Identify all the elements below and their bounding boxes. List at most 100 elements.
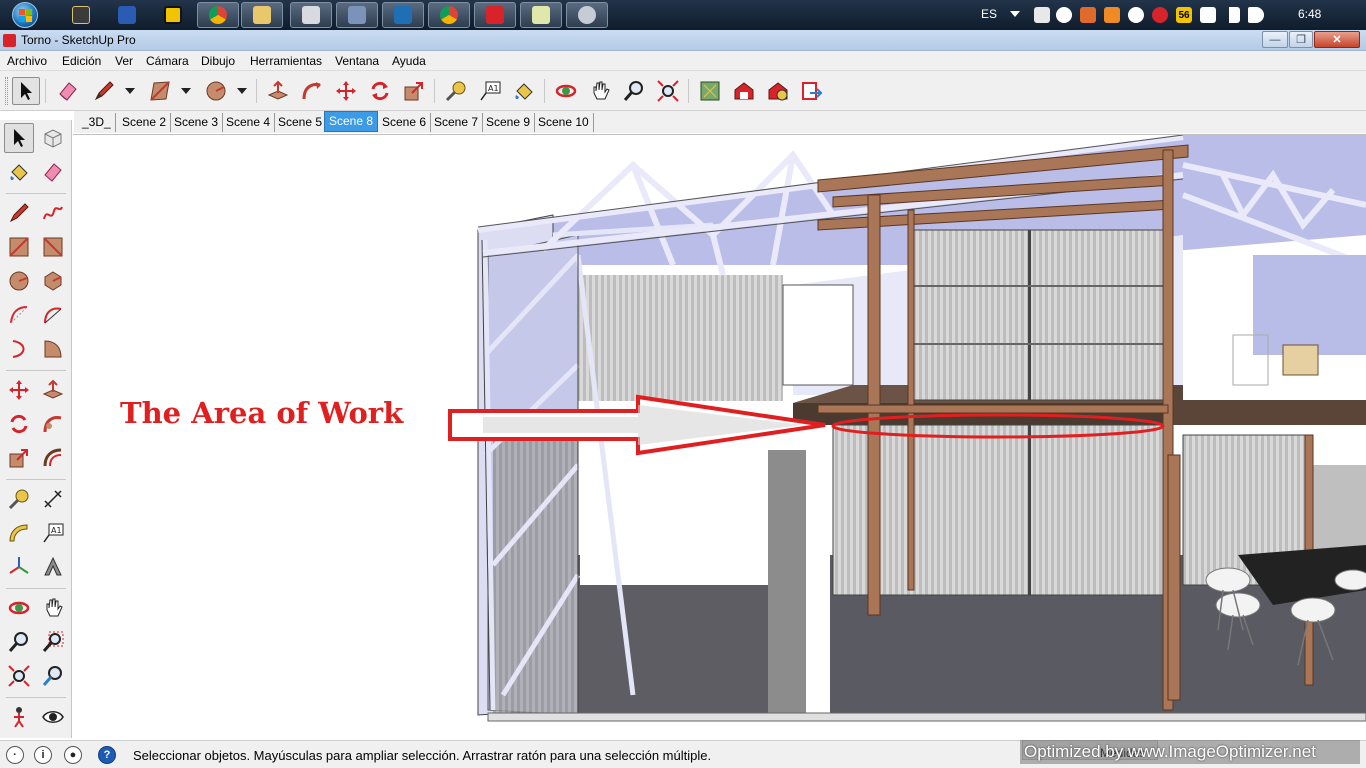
paint-bucket-button[interactable] <box>510 77 538 105</box>
user-icon[interactable]: ● <box>64 746 82 764</box>
model-info-button[interactable] <box>696 77 724 105</box>
select-tool[interactable] <box>4 123 34 153</box>
position-camera-tool[interactable] <box>4 702 34 732</box>
rotate-button[interactable] <box>366 77 394 105</box>
pan-tool[interactable] <box>38 593 68 623</box>
circle-tool[interactable] <box>4 266 34 296</box>
menu-archivo[interactable]: Archivo <box>7 54 47 68</box>
close-button[interactable]: ✕ <box>1314 31 1360 48</box>
rectangle-tool[interactable] <box>4 232 34 262</box>
line-tool[interactable] <box>4 198 34 228</box>
zoom-extents-tool[interactable] <box>4 661 34 691</box>
pie-tool[interactable] <box>38 334 68 364</box>
polygon-tool[interactable] <box>38 266 68 296</box>
scene-tab-10[interactable]: Scene 10 <box>534 113 594 132</box>
three-point-arc-tool[interactable] <box>4 334 34 364</box>
scene-tab-2[interactable]: Scene 2 <box>118 113 172 132</box>
toolbar-grip[interactable] <box>5 77 8 105</box>
follow-me-button[interactable] <box>298 77 326 105</box>
axes-tool[interactable] <box>4 552 34 582</box>
push-pull-tool[interactable] <box>38 375 68 405</box>
start-button[interactable] <box>4 0 46 30</box>
previous-view-tool[interactable] <box>38 661 68 691</box>
3d-text-tool[interactable] <box>38 552 68 582</box>
send-to-layout-button[interactable] <box>798 77 826 105</box>
taskbar-app-7[interactable] <box>336 2 378 28</box>
tape-measure-tool[interactable] <box>4 484 34 514</box>
dimension-tool[interactable] <box>38 484 68 514</box>
freehand-tool[interactable] <box>38 198 68 228</box>
circle-dropdown-icon[interactable] <box>237 88 247 94</box>
eraser-tool[interactable] <box>38 157 68 187</box>
follow-me-tool[interactable] <box>38 409 68 439</box>
move-tool[interactable] <box>4 375 34 405</box>
scale-button[interactable] <box>400 77 428 105</box>
sketchup-app-icon[interactable] <box>3 34 16 47</box>
device-icon[interactable] <box>1200 7 1216 23</box>
volume-icon[interactable] <box>1248 7 1264 23</box>
taskbar-app-8[interactable] <box>382 2 424 28</box>
flag-icon[interactable] <box>1034 7 1050 23</box>
menu-ver[interactable]: Ver <box>115 54 133 68</box>
tray-badge[interactable]: 56 <box>1176 7 1192 23</box>
menu-ventana[interactable]: Ventana <box>335 54 379 68</box>
3d-viewport[interactable]: The Area of Work <box>73 134 1366 740</box>
rotated-rectangle-tool[interactable] <box>38 232 68 262</box>
rectangle-button[interactable] <box>146 77 174 105</box>
scene-tab-4[interactable]: Scene 4 <box>222 113 276 132</box>
line-dropdown-icon[interactable] <box>125 88 135 94</box>
circle-button[interactable] <box>202 77 230 105</box>
help-icon[interactable]: ? <box>98 746 116 764</box>
warehouse-button[interactable] <box>730 77 758 105</box>
make-component-tool[interactable] <box>38 123 68 153</box>
arc-tool[interactable] <box>4 300 34 330</box>
taskbar-app-12[interactable] <box>566 2 608 28</box>
taskbar-explorer[interactable] <box>241 2 283 28</box>
two-point-arc-tool[interactable] <box>38 300 68 330</box>
taskbar-app-1[interactable] <box>68 2 94 28</box>
taskbar-app-2[interactable] <box>114 2 140 28</box>
rotate-tool[interactable] <box>4 409 34 439</box>
pan-button[interactable] <box>586 77 614 105</box>
tape-measure-button[interactable] <box>442 77 470 105</box>
mail-icon[interactable] <box>1152 7 1168 23</box>
language-indicator[interactable]: ES <box>981 7 997 21</box>
language-dropdown-icon[interactable] <box>1010 11 1020 17</box>
paint-bucket-tool[interactable] <box>4 157 34 187</box>
scale-tool[interactable] <box>4 443 34 473</box>
look-around-tool[interactable] <box>38 702 68 732</box>
scene-tab-9[interactable]: Scene 9 <box>482 113 536 132</box>
cloud-icon[interactable] <box>1128 7 1144 23</box>
zoom-tool[interactable] <box>4 627 34 657</box>
metamask-icon[interactable] <box>1104 7 1120 23</box>
zoom-button[interactable] <box>620 77 648 105</box>
text-tool[interactable]: A1 <box>38 518 68 548</box>
menu-ayuda[interactable]: Ayuda <box>392 54 426 68</box>
info-icon[interactable]: i <box>34 746 52 764</box>
extension-warehouse-button[interactable] <box>764 77 792 105</box>
zoom-window-tool[interactable] <box>38 627 68 657</box>
line-button[interactable] <box>90 77 118 105</box>
select-tool-button[interactable] <box>12 77 40 105</box>
protractor-tool[interactable] <box>4 518 34 548</box>
rectangle-dropdown-icon[interactable] <box>181 88 191 94</box>
scene-tab-3d[interactable]: _3D_ <box>78 113 116 132</box>
zoom-extents-button[interactable] <box>654 77 682 105</box>
eraser-button[interactable] <box>54 77 82 105</box>
firefox-icon[interactable] <box>1080 7 1096 23</box>
taskbar-sketchup[interactable] <box>474 2 516 28</box>
scene-tab-6[interactable]: Scene 6 <box>378 113 432 132</box>
menu-dibujo[interactable]: Dibujo <box>201 54 235 68</box>
scene-tab-8[interactable]: Scene 8 <box>324 111 379 132</box>
push-pull-button[interactable] <box>264 77 292 105</box>
signal-icon[interactable] <box>1224 7 1240 23</box>
taskbar-app-6[interactable] <box>290 2 332 28</box>
text-button[interactable]: A1 <box>476 77 504 105</box>
scene-tab-7[interactable]: Scene 7 <box>430 113 484 132</box>
menu-herramientas[interactable]: Herramientas <box>250 54 322 68</box>
scene-tab-5[interactable]: Scene 5 <box>274 113 328 132</box>
move-button[interactable] <box>332 77 360 105</box>
taskbar-app-3[interactable] <box>160 2 186 28</box>
geo-location-icon[interactable]: · <box>6 746 24 764</box>
taskbar-clock[interactable]: 6:48 <box>1298 7 1321 21</box>
